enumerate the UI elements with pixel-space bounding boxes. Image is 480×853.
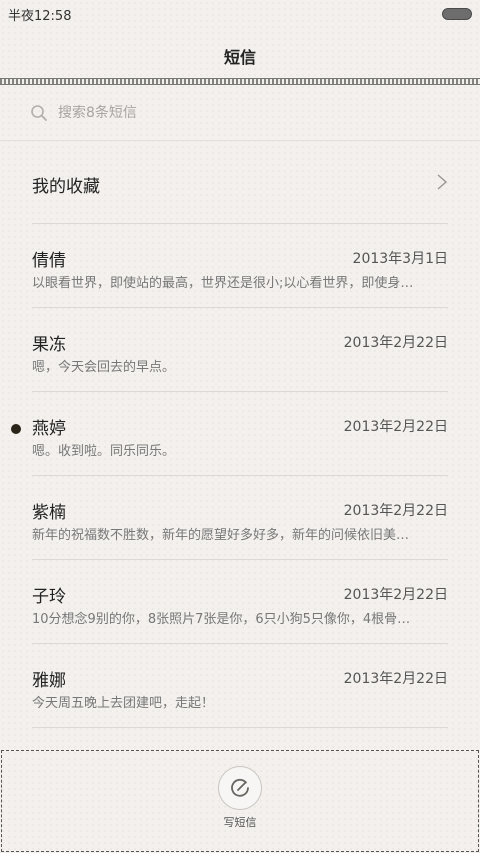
list-item[interactable]: 紫楠 2013年2月22日 新年的祝福数不胜数，新年的愿望好多好多，新年的问候依…	[0, 476, 480, 560]
compose-button[interactable]	[218, 766, 262, 810]
list-item[interactable]: 燕婷 2013年2月22日 嗯。收到啦。同乐同乐。	[0, 392, 480, 476]
page-title: 短信	[223, 48, 256, 67]
message-date: 2013年2月22日	[343, 335, 448, 351]
message-preview: 今天周五晚上去团建吧，走起！	[32, 696, 215, 711]
contact-name: 果冻	[32, 335, 66, 355]
contact-name: 紫楠	[32, 503, 66, 523]
header-divider	[0, 78, 480, 85]
unread-dot-icon	[11, 424, 21, 434]
message-date: 2013年2月22日	[343, 419, 448, 435]
contact-name: 雅娜	[32, 671, 66, 691]
status-bar: 半夜12:58	[0, 0, 480, 28]
message-preview: 嗯，今天会回去的早点。	[32, 360, 176, 375]
status-time: 半夜12:58	[8, 9, 72, 24]
list-item[interactable]: 果冻 2013年2月22日 嗯，今天会回去的早点。	[0, 308, 480, 392]
message-date: 2013年3月1日	[352, 251, 448, 267]
list-item[interactable]: 倩倩 2013年3月1日 以眼看世界，即使站的最高，世界还是很小;以心看世界，即…	[0, 224, 480, 308]
list-item[interactable]: 雅娜 2013年2月22日 今天周五晚上去团建吧，走起！	[0, 644, 480, 728]
battery-icon	[442, 8, 472, 20]
favorites-row[interactable]: 我的收藏	[0, 141, 480, 223]
favorites-label: 我的收藏	[32, 177, 100, 197]
search-icon	[31, 105, 47, 121]
search-input[interactable]	[58, 102, 438, 124]
message-preview: 新年的祝福数不胜数，新年的愿望好多好多，新年的问候依旧美…	[32, 528, 410, 543]
contact-name: 倩倩	[32, 251, 66, 271]
message-preview: 以眼看世界，即使站的最高，世界还是很小;以心看世界，即使身…	[32, 276, 414, 291]
search-bar[interactable]	[0, 86, 480, 141]
message-date: 2013年2月22日	[343, 671, 448, 687]
compose-icon	[231, 778, 249, 797]
message-date: 2013年2月22日	[343, 503, 448, 519]
chevron-right-icon	[437, 174, 448, 190]
list-item[interactable]: 子玲 2013年2月22日 10分想念9别的你，8张照片7张是你，6只小狗5只像…	[0, 560, 480, 644]
message-preview: 嗯。收到啦。同乐同乐。	[32, 444, 176, 459]
header: 短信	[0, 28, 480, 82]
divider	[32, 727, 448, 728]
contact-name: 燕婷	[32, 419, 66, 439]
message-date: 2013年2月22日	[343, 587, 448, 603]
contact-name: 子玲	[32, 587, 66, 607]
compose-label[interactable]: 写短信	[0, 814, 480, 830]
message-preview: 10分想念9别的你，8张照片7张是你，6只小狗5只像你，4根骨…	[32, 612, 411, 627]
